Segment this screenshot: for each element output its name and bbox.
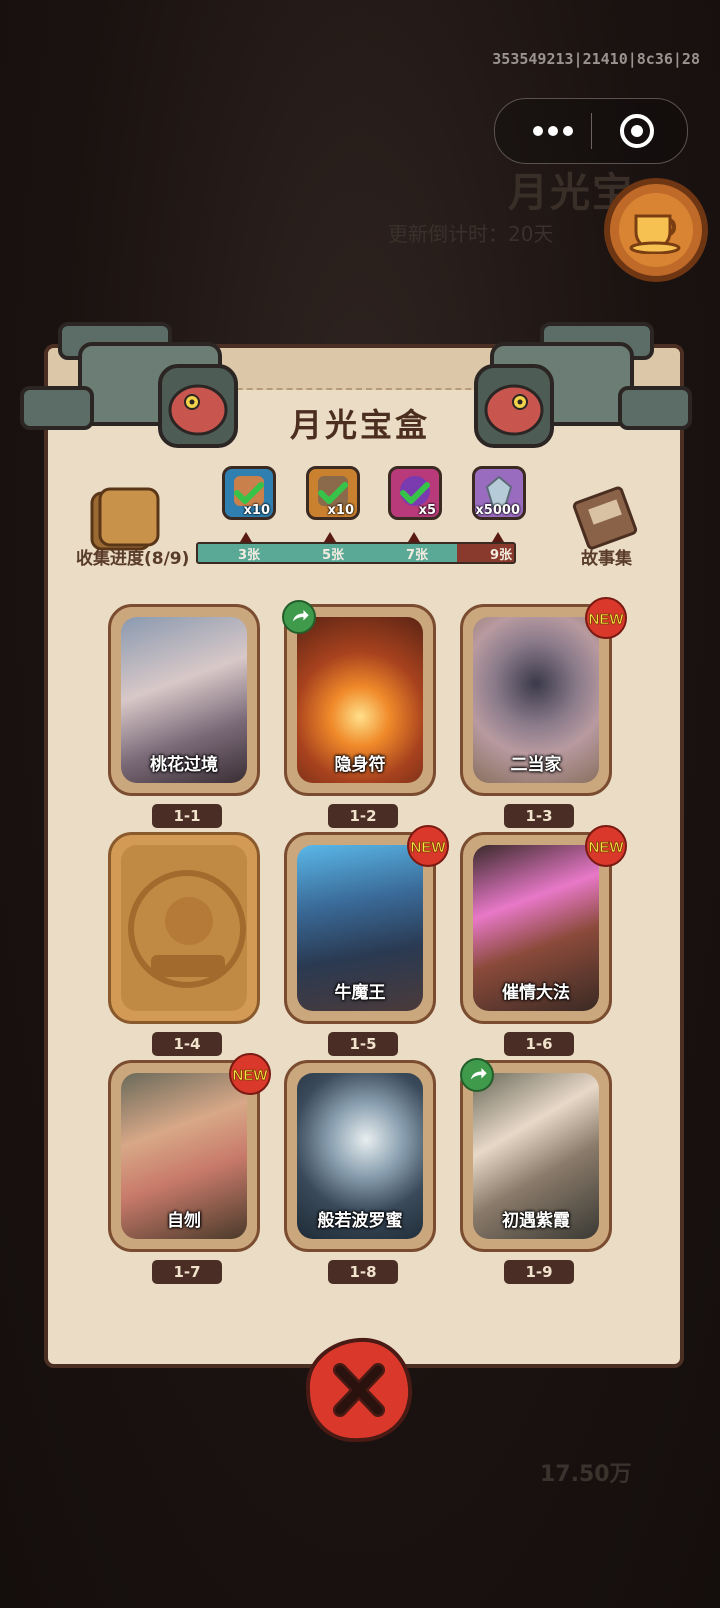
new-badge-icon: NEW bbox=[407, 825, 449, 867]
card-name: 般若波罗蜜 bbox=[317, 1211, 403, 1231]
more-dots-icon[interactable] bbox=[523, 117, 583, 145]
card-id-badge: 1-6 bbox=[504, 1032, 574, 1056]
card-id-badge: 1-9 bbox=[504, 1260, 574, 1284]
progress-tick bbox=[492, 532, 504, 542]
new-badge-icon: NEW bbox=[229, 1053, 271, 1095]
reward-count: x10 bbox=[327, 503, 354, 518]
close-panel-button[interactable] bbox=[304, 1336, 414, 1444]
story-card-1-8[interactable]: 般若波罗蜜 bbox=[284, 1060, 436, 1252]
miniprogram-capsule bbox=[494, 98, 688, 164]
progress-tick bbox=[324, 532, 336, 542]
tick-label: 5张 bbox=[322, 548, 345, 563]
card-name: 桃花过境 bbox=[150, 755, 218, 775]
background-amount: 17.50万 bbox=[540, 1462, 632, 1487]
tick-label: 3张 bbox=[238, 548, 261, 563]
target-close-icon[interactable] bbox=[619, 113, 655, 149]
share-arrow-icon[interactable] bbox=[282, 600, 316, 634]
card-name: 初遇紫霞 bbox=[502, 1211, 570, 1231]
capsule-divider bbox=[591, 113, 592, 149]
story-card-1-4-locked[interactable] bbox=[108, 832, 260, 1024]
new-badge-icon: NEW bbox=[585, 597, 627, 639]
card-id-badge: 1-7 bbox=[152, 1260, 222, 1284]
card-name: 催情大法 bbox=[502, 983, 570, 1003]
card-id-badge: 1-5 bbox=[328, 1032, 398, 1056]
new-label: NEW bbox=[411, 839, 447, 856]
reward-orb[interactable]: x5 bbox=[388, 466, 442, 520]
coffee-button[interactable] bbox=[604, 178, 708, 282]
reward-count: x5 bbox=[418, 503, 436, 518]
reward-count: x5000 bbox=[475, 503, 520, 518]
card-name: 牛魔王 bbox=[334, 983, 386, 1003]
background-subtitle: 更新倒计时：20天 bbox=[388, 222, 554, 246]
card-id-badge: 1-4 bbox=[152, 1032, 222, 1056]
share-arrow-icon[interactable] bbox=[460, 1058, 494, 1092]
reward-scroll[interactable]: x10 bbox=[222, 466, 276, 520]
new-label: NEW bbox=[589, 839, 625, 856]
story-book-icon[interactable] bbox=[570, 484, 642, 550]
locked-silhouette-icon bbox=[128, 870, 246, 988]
card-id-badge: 1-3 bbox=[504, 804, 574, 828]
card-name: 自刎 bbox=[167, 1211, 201, 1231]
card-id-badge: 1-2 bbox=[328, 804, 398, 828]
build-info: 353549213|21410|8c36|28 bbox=[492, 50, 700, 68]
panel-title: 月光宝盒 bbox=[289, 406, 430, 444]
reward-crystal[interactable]: x5000 bbox=[472, 466, 526, 520]
new-label: NEW bbox=[589, 611, 625, 628]
story-card-1-2[interactable]: 隐身符 bbox=[284, 604, 436, 796]
new-label: NEW bbox=[233, 1067, 269, 1084]
tick-label: 9张 bbox=[490, 548, 513, 563]
collect-progress-label: 收集进度(8/9) bbox=[76, 549, 190, 569]
reward-ticket[interactable]: x10 bbox=[306, 466, 360, 520]
story-card-1-1[interactable]: 桃花过境 bbox=[108, 604, 260, 796]
coffee-cup-icon bbox=[629, 214, 681, 254]
card-name: 隐身符 bbox=[334, 755, 386, 775]
reward-count: x10 bbox=[243, 503, 270, 518]
progress-tick bbox=[408, 532, 420, 542]
card-id-badge: 1-8 bbox=[328, 1260, 398, 1284]
card-name: 二当家 bbox=[510, 755, 562, 775]
tick-label: 7张 bbox=[406, 548, 429, 563]
card-art-locked bbox=[121, 845, 247, 1011]
new-badge-icon: NEW bbox=[585, 825, 627, 867]
card-id-badge: 1-1 bbox=[152, 804, 222, 828]
progress-tick bbox=[240, 532, 252, 542]
story-collection-label[interactable]: 故事集 bbox=[581, 544, 632, 569]
